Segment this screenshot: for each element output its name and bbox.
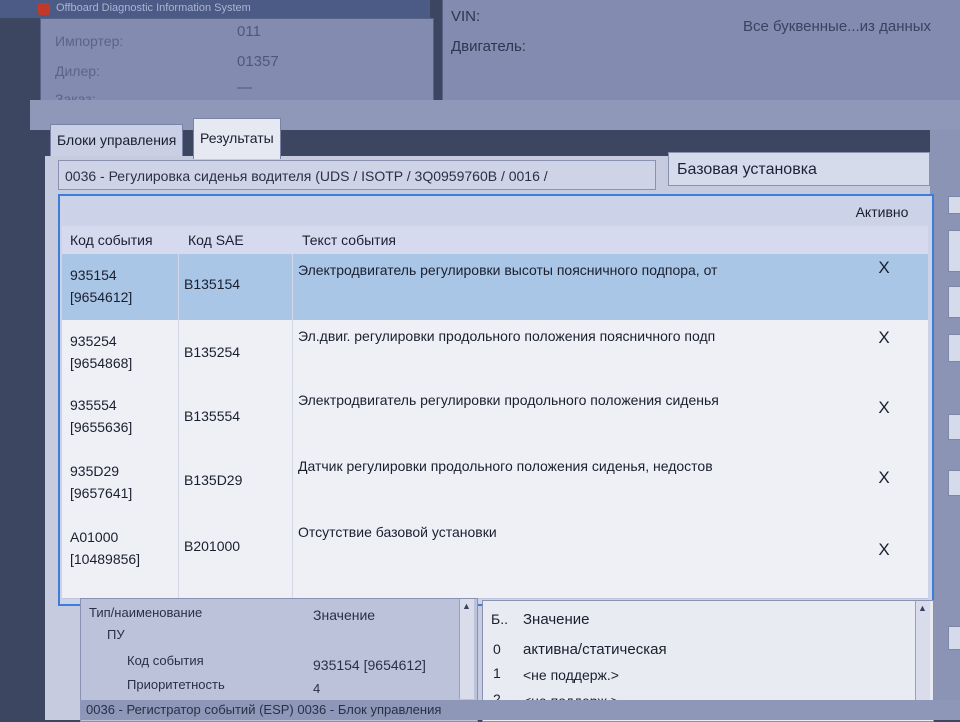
scroll-up-icon[interactable]: ▲: [918, 603, 927, 613]
vehicle-info-panel: Импортер: 011 Дилер: 01357 Заказ: —: [40, 18, 434, 107]
scroll-up-icon[interactable]: ▲: [462, 601, 471, 611]
detail-name: Код события: [127, 653, 204, 668]
engine-label: Двигатель:: [451, 38, 526, 55]
table-row[interactable]: 935D29 [9657641] B135D29 Датчик регулиро…: [62, 450, 928, 517]
active-mark: X: [878, 328, 890, 347]
detail-name: Приоритетность: [127, 677, 225, 692]
sae-code: B135254: [184, 344, 241, 360]
column-divider: [178, 254, 179, 320]
vin-value: Все буквенные...из данных: [743, 18, 932, 35]
column-header-event-text[interactable]: Текст события: [302, 226, 396, 254]
event-code-dec: [10489856]: [70, 551, 141, 567]
dealer-label: Дилер:: [55, 63, 100, 79]
sae-code: B201000: [184, 538, 241, 554]
column-divider: [178, 516, 179, 598]
column-header-type-name[interactable]: Тип/наименование: [89, 605, 202, 620]
bit-number: 1: [493, 665, 501, 681]
side-button[interactable]: [948, 230, 960, 272]
bit-value: <не поддерж.>: [523, 667, 619, 683]
column-divider: [292, 516, 293, 598]
table-row[interactable]: 935154 [9654612] B135154 Электродвигател…: [62, 254, 928, 321]
bit-value: активна/статическая: [523, 641, 667, 658]
tab-results[interactable]: Результаты: [193, 118, 281, 159]
column-header-bit[interactable]: Б..: [491, 611, 508, 627]
event-code-hex: 935554: [70, 397, 117, 413]
side-button[interactable]: [948, 334, 960, 362]
event-code: A01000 [10489856]: [70, 526, 140, 570]
dealer-value: 01357: [237, 53, 279, 70]
column-header-active[interactable]: Активно: [838, 198, 926, 226]
app-icon: [38, 3, 50, 15]
column-header-sae-code[interactable]: Код SAE: [188, 226, 244, 254]
event-code: 935D29 [9657641]: [70, 460, 132, 504]
event-text: Датчик регулировки продольного положения…: [298, 458, 713, 474]
sae-code: B135D29: [184, 472, 243, 488]
order-value: —: [237, 79, 252, 96]
active-mark: X: [878, 398, 890, 417]
column-header-event-code[interactable]: Код события: [70, 226, 153, 254]
detail-value: 4: [313, 681, 321, 696]
column-header-value[interactable]: Значение: [313, 607, 375, 623]
side-button[interactable]: [948, 286, 960, 318]
active-mark: X: [878, 540, 890, 559]
breadcrumb: 0036 - Регулировка сиденья водителя (UDS…: [58, 160, 656, 190]
importer-label: Импортер:: [55, 33, 124, 49]
status-bar: 0036 - Регистратор событий (ESP) 0036 - …: [80, 700, 960, 720]
table-header: Код события Код SAE Текст события: [62, 226, 928, 255]
event-code-hex: A01000: [70, 529, 119, 545]
event-text: Электродвигатель регулировки высоты пояс…: [298, 262, 718, 278]
event-code-hex: 935154: [70, 267, 117, 283]
vehicle-info-panel-right: VIN: Все буквенные...из данных Двигатель…: [442, 0, 960, 100]
window-title: Offboard Diagnostic Information System: [56, 2, 251, 14]
column-divider: [178, 450, 179, 516]
column-divider: [292, 384, 293, 450]
event-code: 935554 [9655636]: [70, 394, 132, 438]
event-code-dec: [9655636]: [70, 419, 133, 435]
column-divider: [178, 320, 179, 384]
column-divider: [178, 384, 179, 450]
event-text: Эл.двиг. регулировки продольного положен…: [298, 328, 716, 344]
column-divider: [292, 450, 293, 516]
event-code-dec: [9654868]: [70, 355, 133, 371]
event-text: Электродвигатель регулировки продольного…: [298, 392, 719, 408]
column-divider: [292, 320, 293, 384]
tab-control-units[interactable]: Блоки управления: [50, 124, 184, 157]
side-button[interactable]: [948, 470, 960, 496]
sae-code: B135554: [184, 408, 241, 424]
vin-label: VIN:: [451, 8, 481, 25]
event-code-hex: 935D29: [70, 463, 120, 479]
mode-select[interactable]: Базовая установка: [668, 152, 930, 186]
active-mark: X: [878, 258, 890, 277]
table-row[interactable]: A01000 [10489856] B201000 Отсутствие баз…: [62, 516, 928, 599]
event-code-hex: 935254: [70, 333, 117, 349]
table-row[interactable]: 935554 [9655636] B135554 Электродвигател…: [62, 384, 928, 451]
detail-value: 935154 [9654612]: [313, 657, 426, 673]
scrollbar[interactable]: ▲: [459, 599, 474, 699]
event-code: 935154 [9654612]: [70, 264, 132, 308]
event-code: 935254 [9654868]: [70, 330, 132, 374]
sae-code: B135154: [184, 276, 241, 292]
group-label: ПУ: [107, 627, 125, 642]
event-text: Отсутствие базовой установки: [298, 524, 497, 540]
column-divider: [292, 254, 293, 320]
event-code-dec: [9654612]: [70, 289, 133, 305]
active-mark: X: [878, 468, 890, 487]
side-button[interactable]: [948, 414, 960, 440]
event-code-dec: [9657641]: [70, 485, 133, 501]
bit-number: 0: [493, 641, 501, 657]
table-row[interactable]: 935254 [9654868] B135254 Эл.двиг. регули…: [62, 320, 928, 385]
side-button[interactable]: [948, 196, 960, 214]
side-button[interactable]: [948, 626, 960, 650]
column-header-value[interactable]: Значение: [523, 611, 590, 628]
importer-value: 011: [237, 23, 261, 40]
